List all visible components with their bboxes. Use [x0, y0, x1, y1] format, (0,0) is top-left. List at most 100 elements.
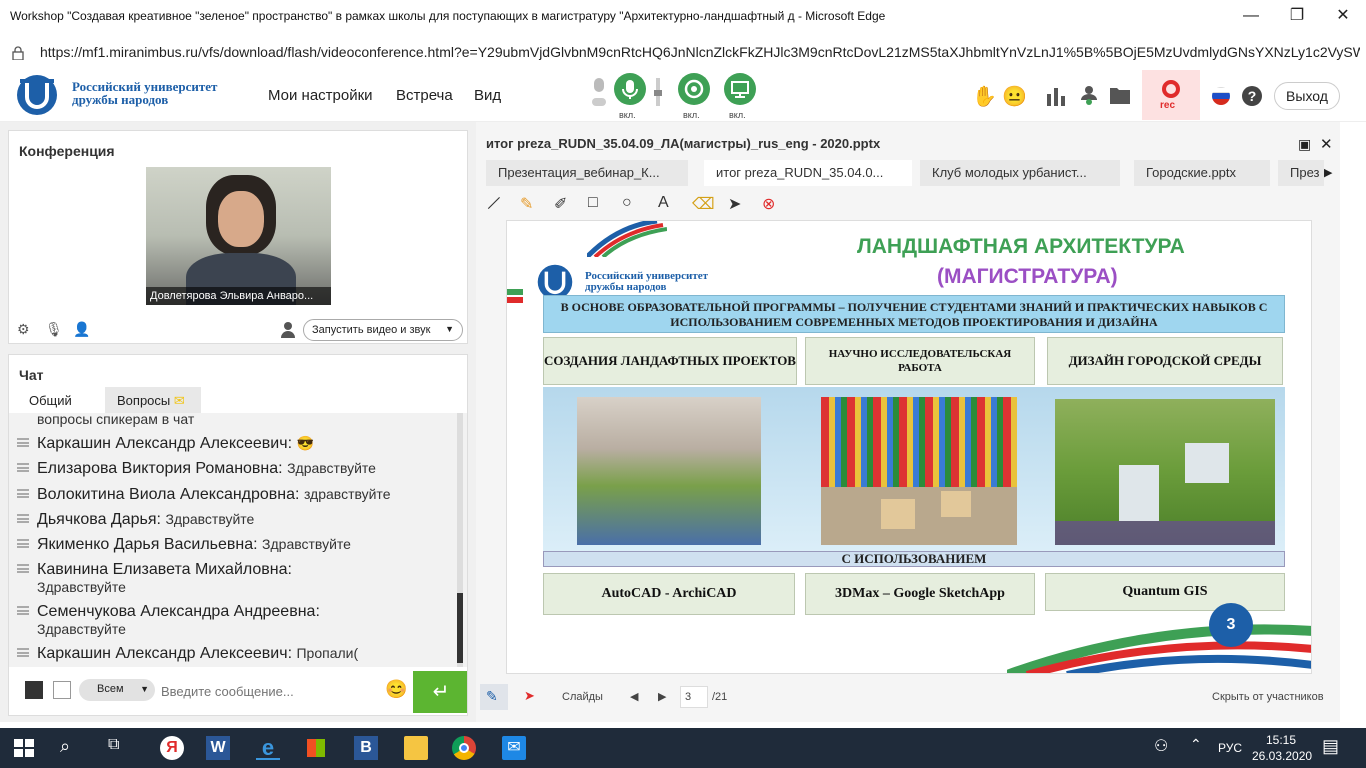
clear-tool-icon[interactable]: ⊗ — [762, 194, 775, 214]
chat-panel: Чат Общий Вопросы ✉ вопросы спикерам в ч… — [8, 354, 468, 716]
bg-color-picker[interactable] — [53, 681, 71, 699]
envelope-icon: ✉ — [173, 393, 185, 408]
screen-share-button[interactable] — [724, 73, 756, 105]
people-icon[interactable]: ⚇ — [1154, 736, 1178, 760]
recipient-select[interactable]: Всем ▼ — [79, 679, 155, 701]
mic-button[interactable] — [614, 73, 646, 105]
chevron-up-icon[interactable]: ⌃ — [1190, 736, 1214, 760]
speaker-name: Довлетярова Эльвира Анваро... — [146, 287, 331, 305]
text-tool-icon[interactable]: A — [658, 194, 669, 212]
menu-settings[interactable]: Мои настройки — [268, 87, 373, 104]
recipient-label: Всем — [97, 683, 124, 695]
start-video-button[interactable]: Запустить видео и звук ▼ — [303, 319, 463, 341]
close-button[interactable]: ✕ — [1320, 0, 1366, 32]
language-indicator[interactable]: РУС — [1218, 741, 1242, 755]
chat-input[interactable] — [161, 679, 377, 703]
maximize-icon[interactable]: ▣ — [1298, 136, 1311, 153]
chat-message: Каркашин Александр Алексеевич: Пропали( — [37, 645, 359, 662]
taskbar: ⌕ ⧉ Я W e B ✉ ⚇ ⌃ РУС 15:15 26.03.2020 ▤ — [0, 728, 1366, 768]
tab-general[interactable]: Общий — [19, 387, 101, 413]
record-button[interactable]: rec — [1142, 70, 1200, 120]
windows-start-icon[interactable] — [12, 736, 36, 760]
pencil-tool-icon[interactable]: ✐ — [554, 194, 567, 214]
eraser-tool-icon[interactable]: ⌫ — [692, 194, 715, 214]
tab-file[interactable]: Клуб молодых урбанист... — [920, 160, 1120, 186]
laser-pointer-icon[interactable]: ➤ — [524, 688, 535, 704]
help-icon[interactable]: ? — [1242, 86, 1262, 106]
mic-settings-icon[interactable]: 🎙 — [45, 321, 63, 338]
slide-total: /21 — [712, 691, 728, 703]
address-bar[interactable]: https://mf1.miranimbus.ru/vfs/download/f… — [0, 40, 1366, 68]
drag-handle-icon — [17, 489, 29, 498]
prev-slide-icon[interactable]: ◀ — [630, 690, 638, 703]
menu-view[interactable]: Вид — [474, 87, 501, 104]
slide-controls: ✎ ➤ Слайды ◀ ▶ 3 /21 Скрыть от участнико… — [476, 682, 1340, 712]
users-add-icon[interactable] — [1078, 84, 1100, 106]
tab-questions[interactable]: Вопросы ✉ — [105, 387, 201, 413]
chevron-right-icon[interactable]: ▶ — [1324, 166, 1332, 179]
exit-button[interactable]: Выход — [1274, 82, 1340, 110]
user-settings-icon[interactable]: 👤 — [73, 321, 90, 338]
mic-label: вкл. — [619, 110, 636, 120]
logo-line2: дружбы народов — [72, 92, 169, 107]
russian-flag-icon[interactable] — [1212, 87, 1230, 105]
send-button[interactable]: ↵ — [413, 671, 467, 713]
slide-number-input[interactable]: 3 — [680, 686, 708, 708]
notifications-icon[interactable]: ▤ — [1322, 736, 1346, 760]
slide-logo-line2: дружбы народов — [585, 281, 667, 293]
record-icon — [1162, 80, 1180, 98]
chat-message: Кавинина Елизавета Михайловна: Здравствуй… — [37, 561, 292, 595]
chat-message: вопросы спикерам в чат — [37, 411, 195, 427]
landscape-photo — [577, 397, 761, 545]
next-slide-icon[interactable]: ▶ — [658, 690, 666, 703]
mic-icon — [622, 80, 638, 99]
tab-file[interactable]: Городские.pptx — [1134, 160, 1270, 186]
start-video-label: Запустить видео и звук — [312, 324, 431, 336]
word-icon[interactable]: W — [206, 736, 230, 760]
chrome-icon[interactable] — [452, 736, 476, 760]
rectangle-tool-icon[interactable]: □ — [588, 194, 598, 212]
folder-icon[interactable] — [1110, 86, 1130, 104]
swoosh-decoration — [1007, 624, 1311, 673]
tab-file[interactable]: През — [1278, 160, 1324, 186]
hide-from-participants-button[interactable]: Скрыть от участников — [1212, 691, 1324, 703]
emoji-icon[interactable]: 😊 — [385, 679, 407, 700]
line-tool-icon[interactable]: — — [482, 191, 506, 215]
raise-hand-icon[interactable]: ✋ — [972, 84, 997, 109]
volume-slider[interactable] — [654, 78, 662, 106]
swoosh-decoration — [587, 221, 667, 257]
tab-file[interactable]: Презентация_вебинар_К... — [486, 160, 688, 186]
task-view-icon[interactable]: ⧉ — [108, 736, 132, 760]
chat-message: Волокитина Виола Александровна: здравств… — [37, 486, 391, 503]
park-photo — [821, 397, 1017, 545]
drag-handle-icon — [17, 648, 29, 657]
app-b-icon[interactable]: B — [354, 736, 378, 760]
stats-icon[interactable] — [1046, 86, 1066, 106]
url-text: https://mf1.miranimbus.ru/vfs/download/f… — [40, 44, 1360, 60]
camera-button[interactable] — [678, 73, 710, 105]
audio-level-icon — [592, 76, 606, 110]
close-icon[interactable]: ✕ — [1320, 135, 1333, 153]
maximize-button[interactable]: ❐ — [1274, 0, 1320, 32]
menu-meeting[interactable]: Встреча — [396, 87, 453, 104]
clock-date[interactable]: 26.03.2020 — [1252, 749, 1312, 763]
marker-tool-icon[interactable]: ✎ — [520, 194, 533, 214]
circle-tool-icon[interactable]: ○ — [622, 194, 632, 212]
person-icon — [281, 322, 295, 338]
emoji-icon[interactable]: 😐 — [1002, 84, 1027, 109]
file-explorer-icon[interactable] — [404, 736, 428, 760]
search-icon[interactable]: ⌕ — [60, 736, 84, 760]
chat-scrollbar[interactable] — [457, 413, 463, 667]
yandex-icon[interactable]: Я — [160, 736, 184, 760]
tab-file-active[interactable]: итог preza_RUDN_35.04.0... — [704, 160, 912, 186]
store-icon[interactable] — [304, 736, 328, 760]
video-settings-icon[interactable]: ⚙ — [17, 321, 30, 338]
text-color-picker[interactable] — [25, 681, 43, 699]
speaker-video[interactable]: Довлетярова Эльвира Анваро... — [146, 167, 331, 305]
mail-icon[interactable]: ✉ — [502, 736, 526, 760]
pointer-tool-icon[interactable]: ➤ — [728, 194, 741, 214]
clock-time[interactable]: 15:15 — [1266, 733, 1296, 747]
annotate-button[interactable]: ✎ — [480, 684, 508, 710]
minimize-button[interactable]: — — [1228, 0, 1274, 32]
edge-icon[interactable]: e — [256, 736, 280, 760]
